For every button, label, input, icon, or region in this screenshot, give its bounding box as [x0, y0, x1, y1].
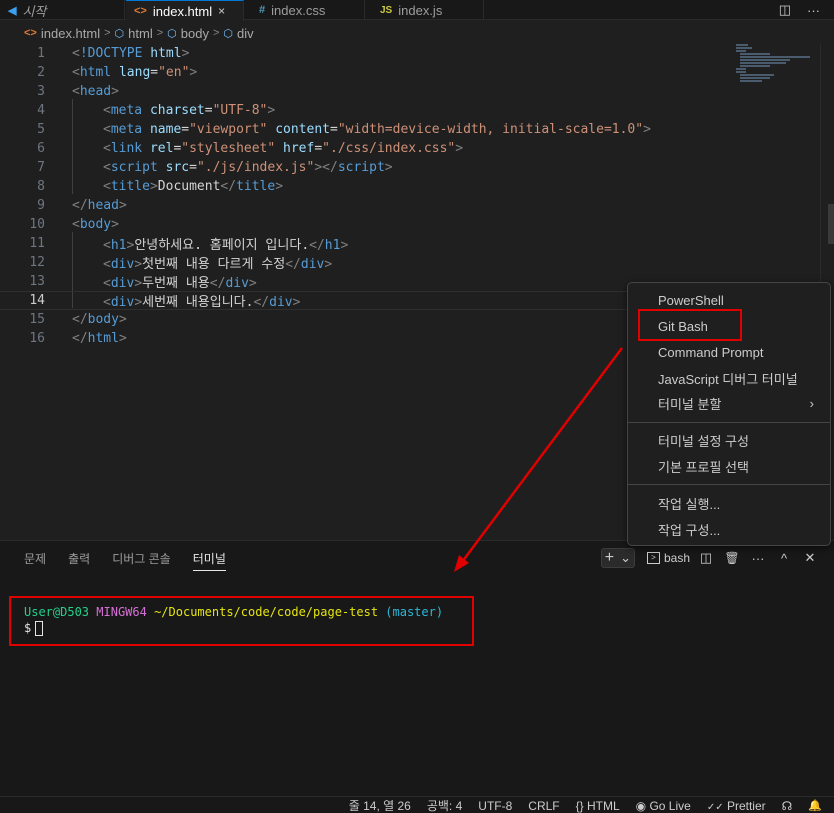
annotation-arrow [454, 347, 624, 572]
